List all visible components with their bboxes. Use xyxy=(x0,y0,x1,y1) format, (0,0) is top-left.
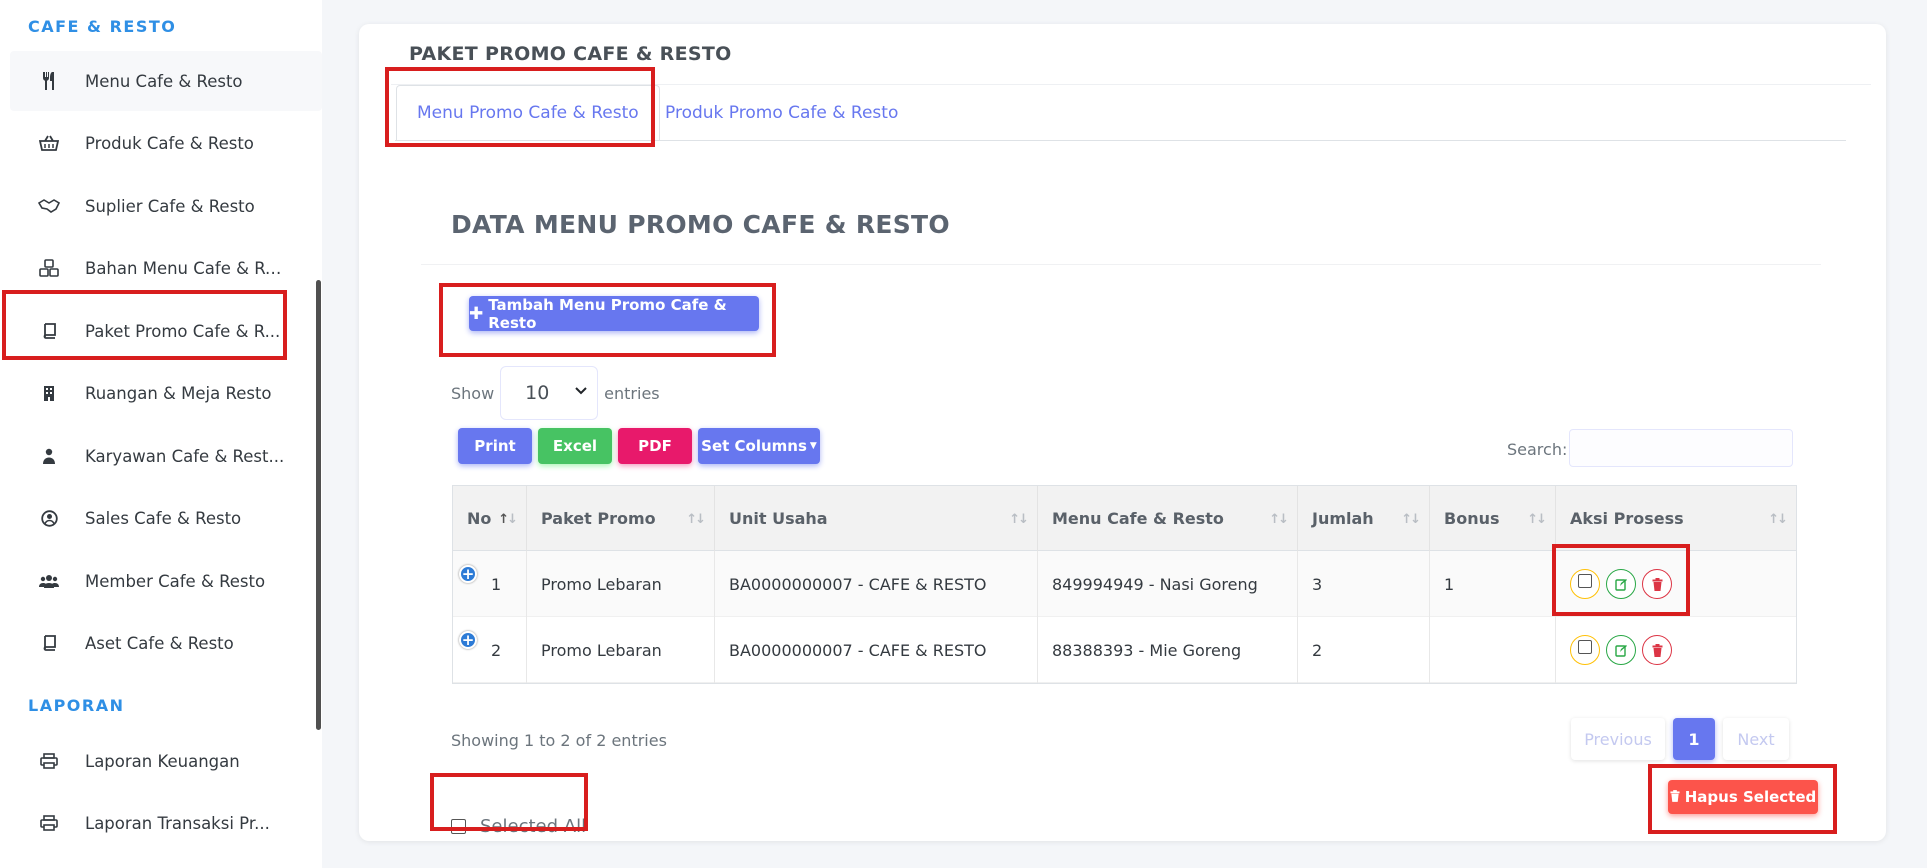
caret-down-icon: ▼ xyxy=(809,441,817,451)
search-input[interactable] xyxy=(1569,429,1793,467)
cell-paket: Promo Lebaran xyxy=(527,551,715,617)
page-title: PAKET PROMO CAFE & RESTO xyxy=(409,43,732,65)
cell-unit: BA0000000007 - CAFE & RESTO xyxy=(715,551,1038,617)
excel-button[interactable]: Excel xyxy=(538,428,612,464)
sort-icon: ↑↓ xyxy=(1269,512,1289,527)
row-select-checkbox[interactable] xyxy=(1570,635,1600,665)
cell-bonus xyxy=(1430,617,1556,683)
sidebar-item-label: Laporan Transaksi Pr... xyxy=(85,813,270,833)
handshake-icon xyxy=(38,195,60,217)
expand-row-icon[interactable]: + xyxy=(459,565,477,583)
sidebar: CAFE & RESTO Menu Cafe & Resto Produk Ca… xyxy=(0,0,322,868)
set-columns-button[interactable]: Set Columns ▼ xyxy=(698,428,820,464)
cell-no: 2 xyxy=(491,640,502,660)
divider xyxy=(421,264,1821,265)
cell-no: 1 xyxy=(491,574,502,594)
sidebar-item-label: Laporan Keuangan xyxy=(85,751,240,771)
column-header-no[interactable]: No ↑↓ xyxy=(453,486,527,551)
edit-icon[interactable] xyxy=(1606,635,1636,665)
column-header-menu[interactable]: Menu Cafe & Resto ↑↓ xyxy=(1038,486,1298,551)
sidebar-item-label: Produk Cafe & Resto xyxy=(85,133,254,153)
sidebar-item-label: Karyawan Cafe & Rest... xyxy=(85,446,285,466)
sort-asc-icon: ↑↓ xyxy=(498,512,518,527)
annotation-box xyxy=(430,773,588,831)
building-icon xyxy=(38,382,60,404)
user-circle-icon xyxy=(38,507,60,529)
cell-menu: 88388393 - Mie Goreng xyxy=(1038,617,1298,683)
trash-icon[interactable] xyxy=(1642,635,1672,665)
cell-unit: BA0000000007 - CAFE & RESTO xyxy=(715,617,1038,683)
cell-jumlah: 3 xyxy=(1298,551,1430,617)
entries-select[interactable]: 10 xyxy=(500,366,599,420)
book-icon xyxy=(38,632,60,654)
sidebar-item-label: Sales Cafe & Resto xyxy=(85,508,242,528)
annotation-box xyxy=(2,290,287,360)
sidebar-item-menu-cafe[interactable]: Menu Cafe & Resto xyxy=(10,51,322,111)
sidebar-item-laporan-keuangan[interactable]: Laporan Keuangan xyxy=(10,731,322,791)
checkbox-icon xyxy=(1578,640,1592,654)
sidebar-item-label: Aset Cafe & Resto xyxy=(85,633,234,653)
cell-menu: 849994949 - Nasi Goreng xyxy=(1038,551,1298,617)
sidebar-item-aset[interactable]: Aset Cafe & Resto xyxy=(10,613,322,673)
page-1-button[interactable]: 1 xyxy=(1673,718,1715,760)
tab-produk-promo[interactable]: Produk Promo Cafe & Resto xyxy=(645,85,918,141)
cell-paket: Promo Lebaran xyxy=(527,617,715,683)
entries-length-control: Show 10 entries xyxy=(451,366,660,420)
cell-jumlah: 2 xyxy=(1298,617,1430,683)
print-button[interactable]: Print xyxy=(458,428,532,464)
sort-icon: ↑↓ xyxy=(1009,512,1029,527)
user-tie-icon xyxy=(38,445,60,467)
sort-icon: ↑↓ xyxy=(1768,512,1788,527)
sidebar-item-label: Ruangan & Meja Resto xyxy=(85,383,272,403)
annotation-box xyxy=(1552,544,1690,616)
annotation-box xyxy=(385,67,655,147)
annotation-box xyxy=(1648,764,1837,834)
chevron-down-icon xyxy=(575,384,587,399)
sort-icon: ↑↓ xyxy=(1401,512,1421,527)
table-row: + 2 Promo Lebaran BA0000000007 - CAFE & … xyxy=(453,617,1796,683)
column-header-aksi[interactable]: Aksi Prosess ↑↓ xyxy=(1556,486,1796,551)
cubes-icon xyxy=(38,257,60,279)
pdf-button[interactable]: PDF xyxy=(618,428,692,464)
cell-actions xyxy=(1556,617,1796,683)
sidebar-scrollbar[interactable] xyxy=(316,280,321,730)
sort-icon: ↑↓ xyxy=(686,512,706,527)
sidebar-item-karyawan[interactable]: Karyawan Cafe & Rest... xyxy=(10,426,322,486)
entries-label: entries xyxy=(604,383,660,403)
column-header-unit[interactable]: Unit Usaha ↑↓ xyxy=(715,486,1038,551)
column-header-paket[interactable]: Paket Promo ↑↓ xyxy=(527,486,715,551)
sidebar-item-bahan-menu[interactable]: Bahan Menu Cafe & Re... xyxy=(10,238,322,298)
cell-bonus: 1 xyxy=(1430,551,1556,617)
sort-icon: ↑↓ xyxy=(1527,512,1547,527)
sidebar-item-produk-cafe[interactable]: Produk Cafe & Resto xyxy=(10,113,322,173)
sidebar-item-label: Member Cafe & Resto xyxy=(85,571,266,591)
sidebar-item-ruangan-meja[interactable]: Ruangan & Meja Resto xyxy=(10,363,322,423)
sidebar-item-member[interactable]: Member Cafe & Resto xyxy=(10,551,322,611)
sidebar-item-suplier-cafe[interactable]: Suplier Cafe & Resto xyxy=(10,176,322,236)
column-header-jumlah[interactable]: Jumlah ↑↓ xyxy=(1298,486,1430,551)
table-info: Showing 1 to 2 of 2 entries xyxy=(451,731,667,750)
sidebar-item-label: Suplier Cafe & Resto xyxy=(85,196,255,216)
sidebar-item-sales[interactable]: Sales Cafe & Resto xyxy=(10,488,322,548)
annotation-box xyxy=(439,283,776,357)
sidebar-item-laporan-transaksi[interactable]: Laporan Transaksi Pr... xyxy=(10,793,322,853)
next-page-button[interactable]: Next xyxy=(1723,718,1789,760)
users-icon xyxy=(38,570,60,592)
expand-row-icon[interactable]: + xyxy=(459,631,477,649)
utensils-icon xyxy=(38,70,60,92)
section-title: DATA MENU PROMO CAFE & RESTO xyxy=(451,210,950,239)
previous-page-button[interactable]: Previous xyxy=(1571,718,1665,760)
sidebar-item-label: Menu Cafe & Resto xyxy=(85,71,243,91)
column-header-bonus[interactable]: Bonus ↑↓ xyxy=(1430,486,1556,551)
table-header: No ↑↓ Paket Promo ↑↓ Unit Usaha ↑↓ Menu … xyxy=(453,486,1796,551)
print-icon xyxy=(38,750,60,772)
sidebar-section-cafe: CAFE & RESTO xyxy=(28,17,177,36)
show-label: Show xyxy=(451,383,495,403)
sidebar-section-laporan: LAPORAN xyxy=(28,696,125,715)
sidebar-item-label: Bahan Menu Cafe & Re... xyxy=(85,258,285,278)
print-icon xyxy=(38,812,60,834)
search-label: Search: xyxy=(1507,440,1568,459)
basket-icon xyxy=(38,132,60,154)
